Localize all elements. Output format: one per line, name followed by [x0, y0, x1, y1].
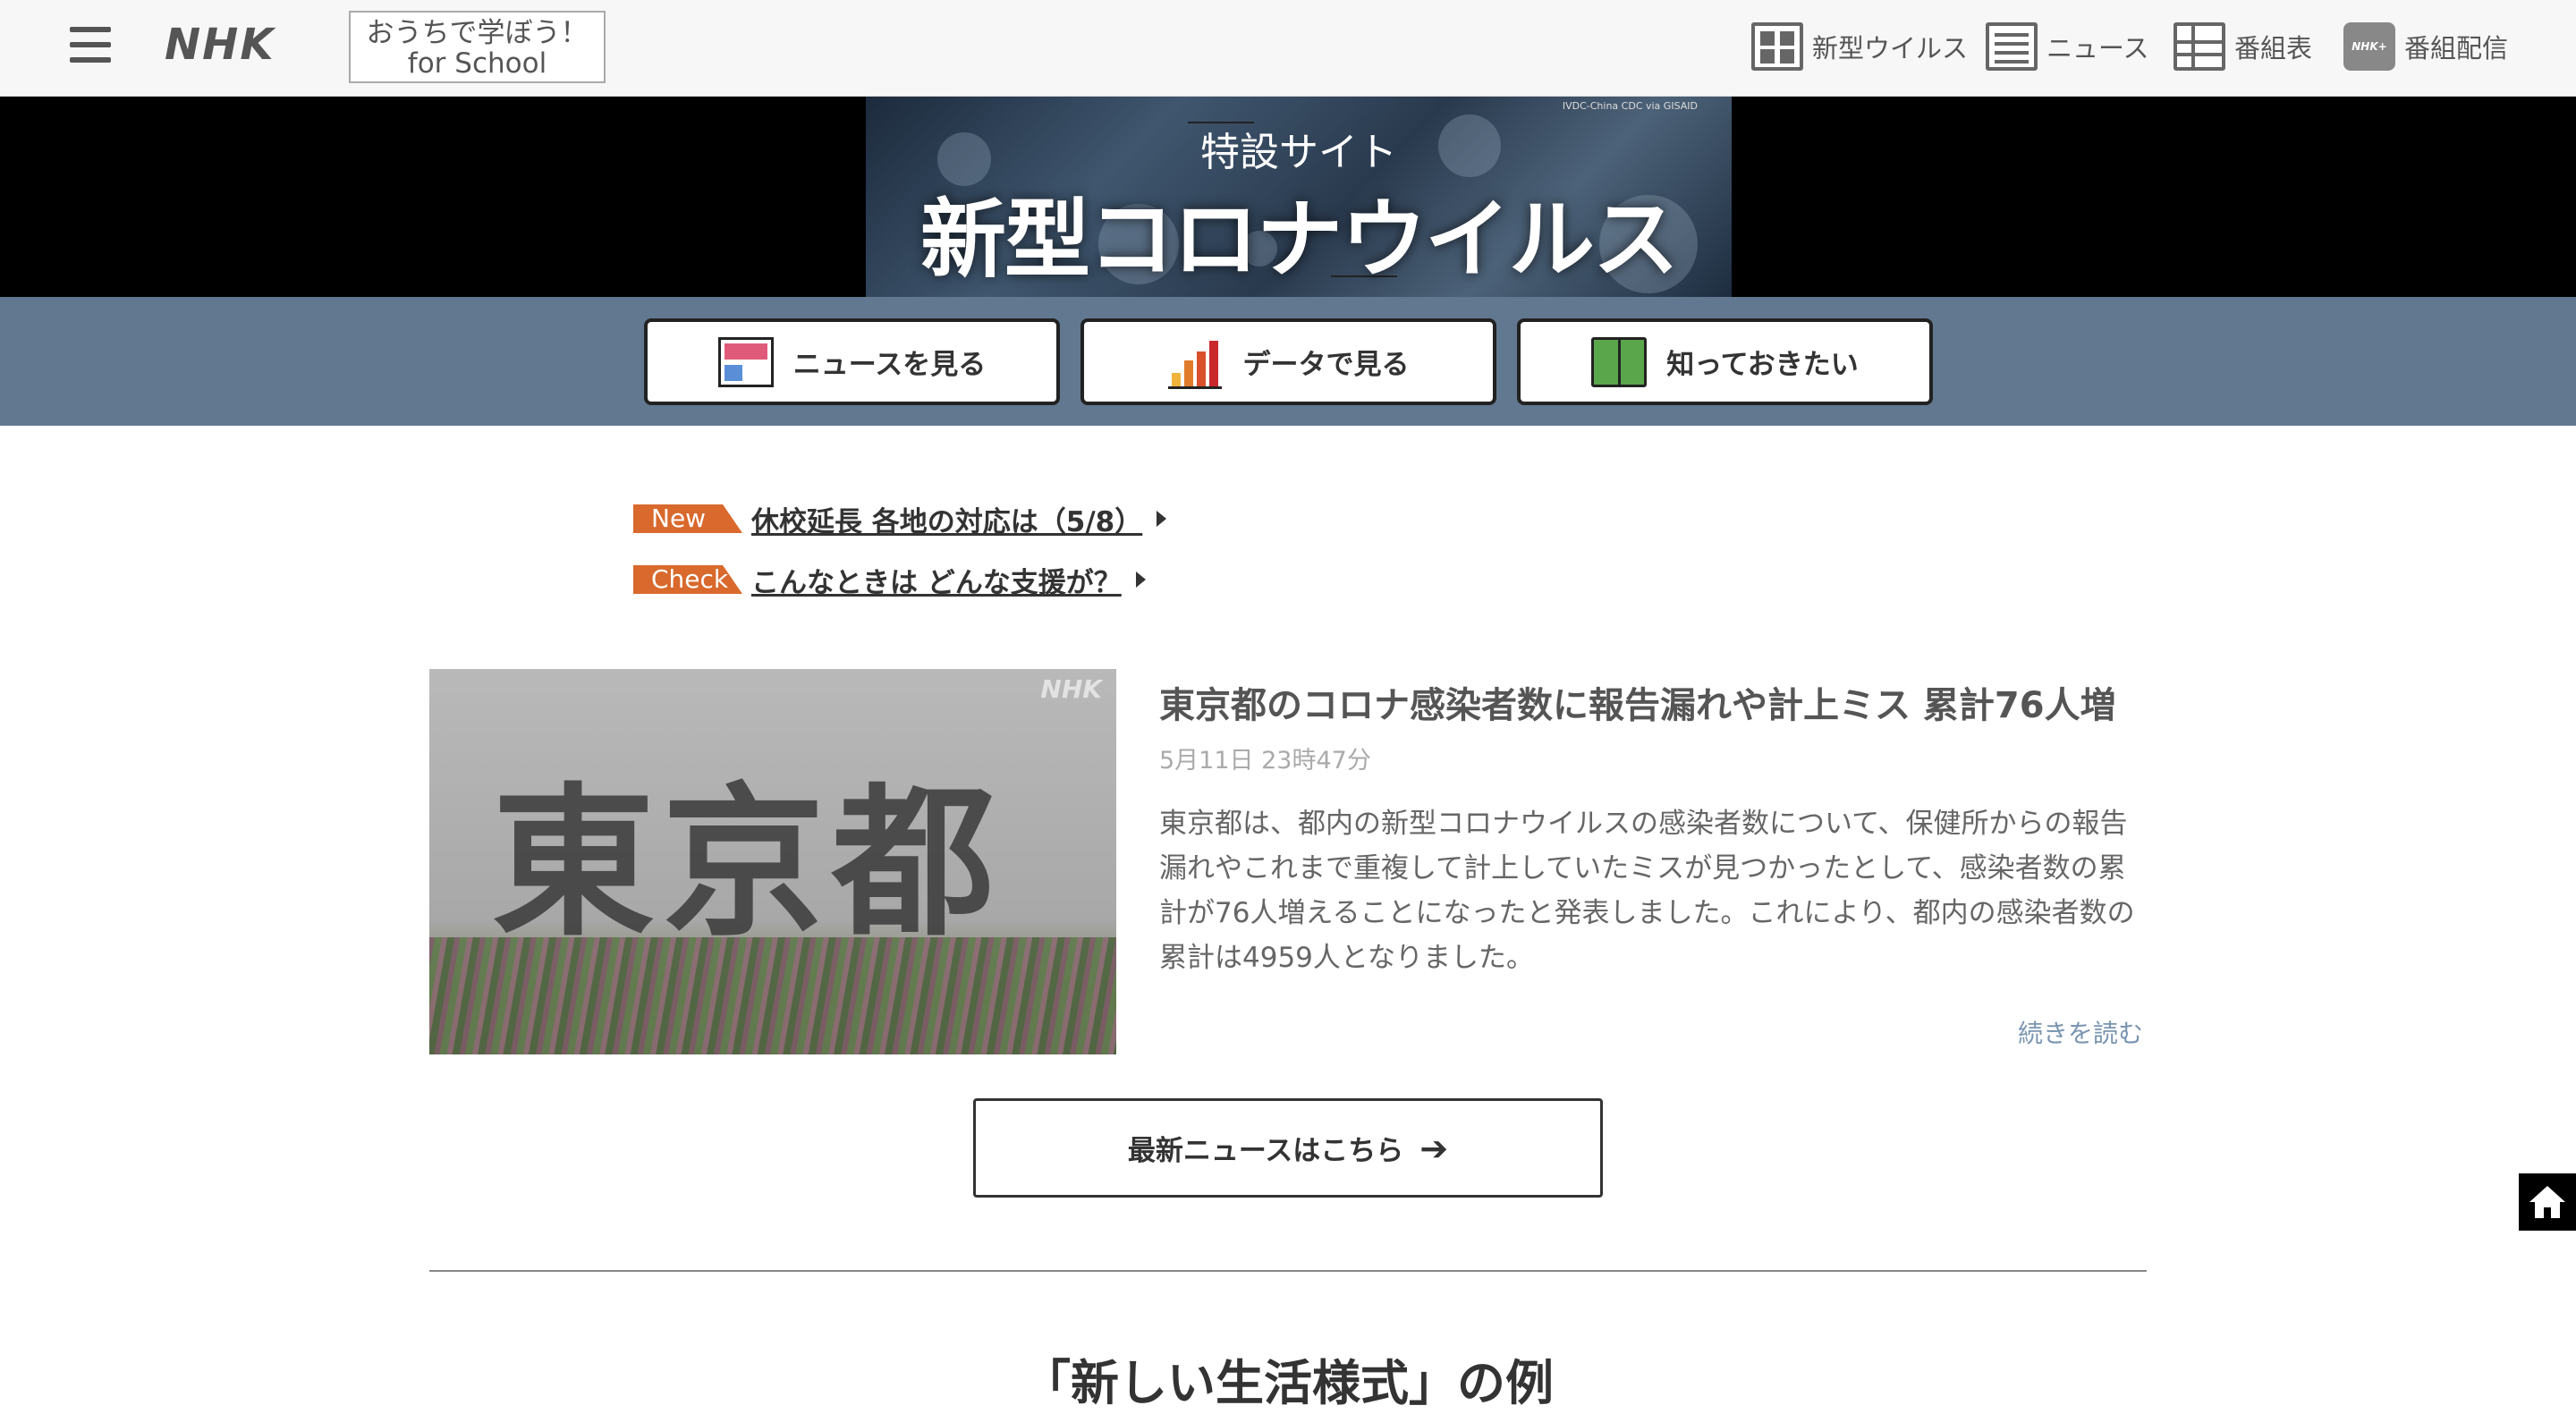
section-divider	[429, 1270, 2147, 1272]
school-line2: for School	[407, 47, 547, 80]
view-news-button[interactable]: ニュースを見る	[644, 318, 1060, 405]
for-school-link[interactable]: おうちで学ぼう！ for School	[349, 11, 606, 83]
check-badge: Check	[633, 565, 742, 594]
latest-news-button[interactable]: 最新ニュースはこちら ➔	[973, 1098, 1603, 1198]
article-body: 東京都は、都内の新型コロナウイルスの感染者数について、保健所からの報告漏れやこれ…	[1159, 808, 2135, 974]
virus-grid-icon	[1751, 22, 1803, 71]
good-to-know-button[interactable]: 知っておきたい	[1517, 318, 1933, 405]
banner-title: 新型コロナウイルス	[920, 189, 1679, 290]
nav-new-virus[interactable]: 新型ウイルス	[1751, 20, 1968, 73]
news-icon	[1986, 22, 2038, 71]
section-title: 「新しい生活様式」の例	[1022, 1355, 1554, 1411]
nhk-logo[interactable]: NHK	[165, 20, 275, 70]
nav-program-table[interactable]: 番組表	[2174, 20, 2312, 73]
triangle-right-icon	[1157, 511, 1167, 527]
article-image-sign: 東京都	[492, 766, 1002, 958]
good-to-know-label: 知っておきたい	[1666, 349, 1859, 381]
section-buttons-strip: ニュースを見る データで見る 知っておきたい	[0, 297, 2576, 426]
quick-link-check-text[interactable]: こんなときは どんな支援が？	[751, 560, 1122, 600]
arrow-right-icon: ➔	[1419, 1128, 1449, 1168]
view-data-button[interactable]: データで見る	[1080, 318, 1496, 405]
read-more-link[interactable]: 続きを読む	[2018, 1014, 2143, 1050]
nav-news[interactable]: ニュース	[1986, 20, 2149, 73]
quick-link-new-text[interactable]: 休校延長 各地の対応は（5/8）	[751, 499, 1142, 539]
nav-program-table-label: 番組表	[2234, 33, 2313, 64]
article-date: 5月11日 23時47分	[1159, 747, 1371, 775]
banner-image[interactable]: IVDC-China CDC via GISAID 特設サイト 新型コロナウイル…	[866, 97, 1732, 297]
nav-program-streaming-label: 番組配信	[2404, 33, 2509, 64]
article-title[interactable]: 東京都のコロナ感染者数に報告漏れや計上ミス 累計76人増	[1159, 676, 2116, 728]
open-book-icon	[1591, 336, 1648, 387]
nhk-plus-icon: NHK+	[2343, 22, 2395, 71]
article-image-watermark: NHK	[1040, 674, 1102, 704]
banner-subtitle: 特設サイト	[1200, 130, 1397, 175]
news-screen-icon	[717, 336, 774, 387]
nav-news-label: ニュース	[2046, 33, 2149, 64]
coronavirus-banner: IVDC-China CDC via GISAID 特設サイト 新型コロナウイル…	[0, 97, 2576, 297]
new-badge: New	[633, 504, 742, 533]
quick-link-check[interactable]: Check こんなときは どんな支援が？	[633, 560, 1146, 600]
bar-chart-icon	[1167, 337, 1224, 389]
view-news-label: ニュースを見る	[792, 349, 987, 381]
nav-program-streaming[interactable]: NHK+ 番組配信	[2343, 20, 2508, 73]
latest-news-label: 最新ニュースはこちら	[1127, 1135, 1404, 1167]
hamburger-menu-icon[interactable]	[70, 27, 111, 63]
top-header: NHK おうちで学ぼう！ for School 新型ウイルス ニュース 番組表 …	[0, 0, 2576, 97]
triangle-right-icon	[1135, 572, 1146, 588]
banner-credit: IVDC-China CDC via GISAID	[1562, 100, 1698, 112]
program-grid-icon	[2174, 22, 2225, 71]
school-line1: おうちで学ぼう！	[366, 17, 589, 49]
quick-link-new[interactable]: New 休校延長 各地の対応は（5/8）	[633, 499, 1167, 539]
article-image[interactable]: 東京都 NHK	[429, 669, 1116, 1054]
home-icon[interactable]	[2519, 1173, 2576, 1231]
view-data-label: データで見る	[1242, 349, 1410, 381]
nav-new-virus-label: 新型ウイルス	[1812, 33, 1969, 64]
